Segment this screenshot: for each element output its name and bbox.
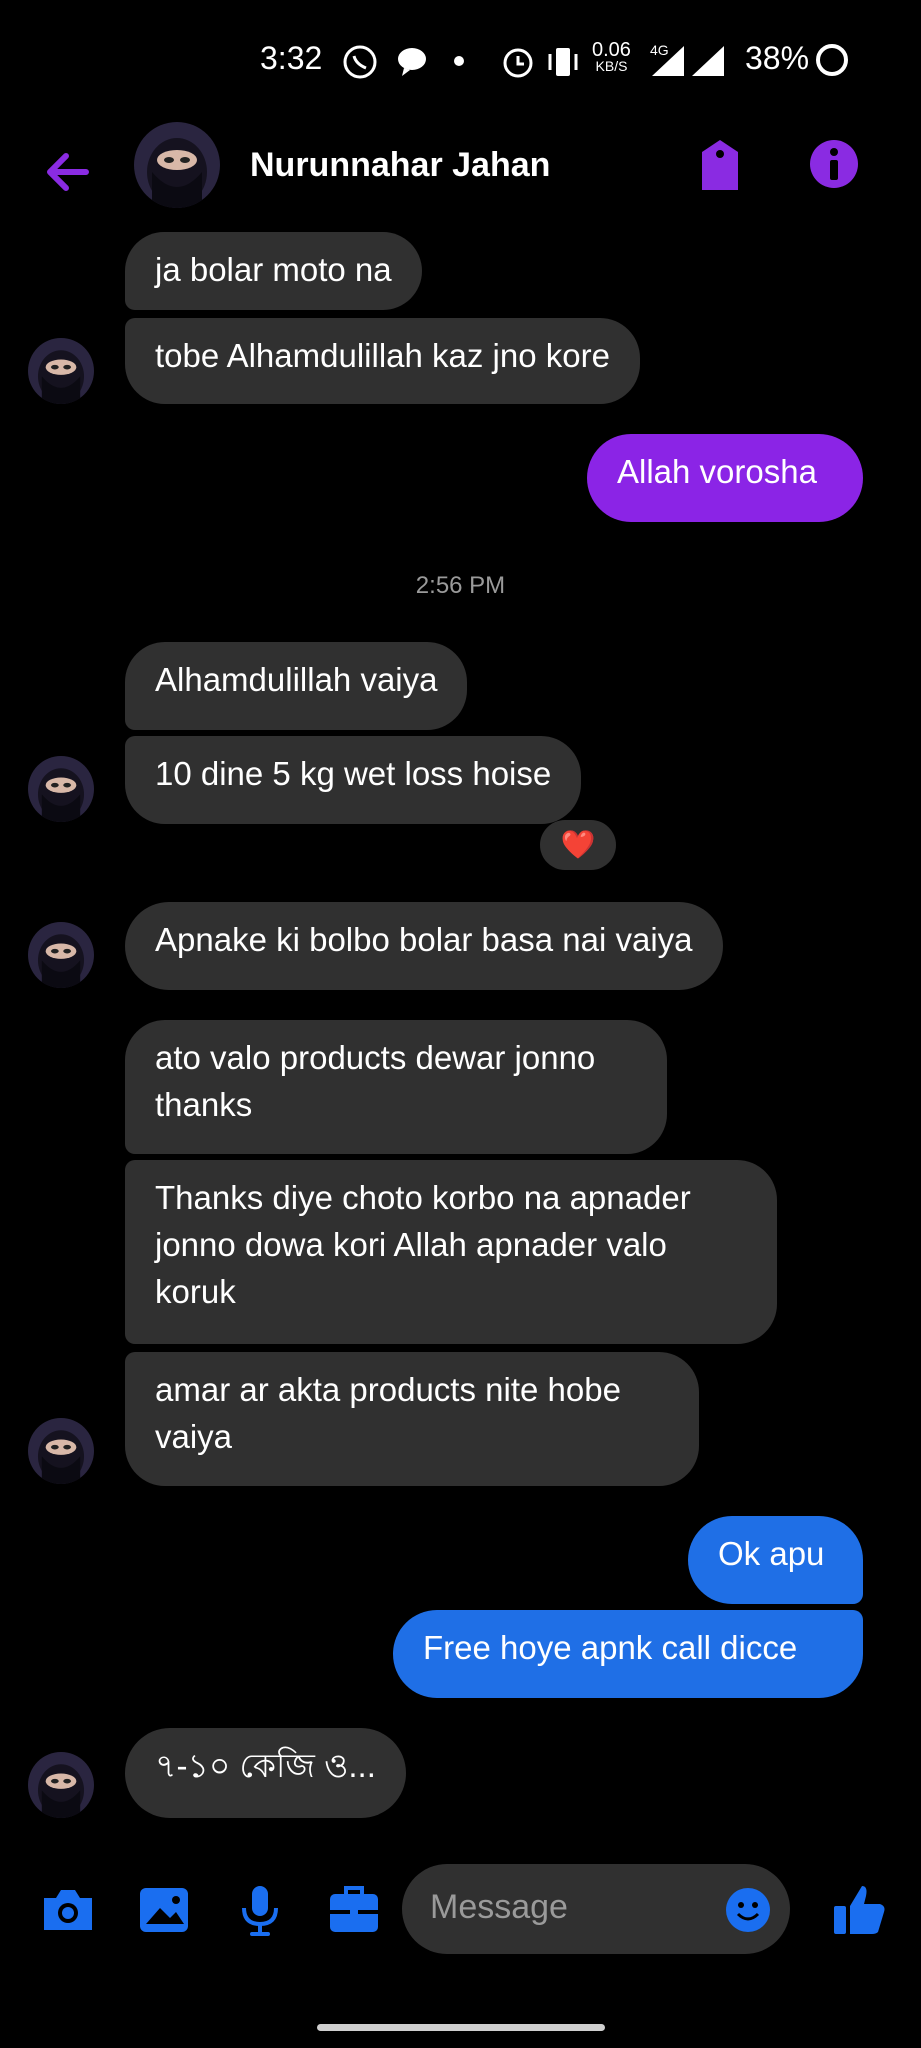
incoming-message[interactable]: ৭-১০ কেজি ও... (125, 1728, 406, 1818)
contact-avatar-small[interactable] (28, 1418, 94, 1484)
briefcase-icon[interactable] (324, 1880, 384, 1940)
contact-avatar-small[interactable] (28, 1752, 94, 1818)
battery-icon (816, 44, 848, 76)
outgoing-message[interactable]: Allah vorosha (587, 434, 863, 522)
dot-icon (454, 56, 464, 66)
conversation-header: Nurunnahar Jahan (0, 122, 921, 232)
incoming-message[interactable]: amar ar akta products nite hobe vaiya (125, 1352, 699, 1486)
back-arrow-icon[interactable] (40, 142, 100, 202)
tag-icon[interactable] (692, 136, 748, 196)
contact-avatar[interactable] (134, 122, 220, 208)
signal-icon (652, 46, 684, 76)
outgoing-message[interactable]: Ok apu (688, 1516, 863, 1604)
camera-icon[interactable] (38, 1880, 98, 1940)
info-icon[interactable] (806, 136, 862, 192)
outgoing-message[interactable]: Free hoye apnk call dicce (393, 1610, 863, 1698)
incoming-message[interactable]: 10 dine 5 kg wet loss hoise (125, 736, 582, 824)
whatsapp-icon (343, 45, 377, 79)
home-indicator[interactable] (317, 2024, 605, 2031)
incoming-message[interactable]: Apnake ki bolbo bolar basa nai vaiya (125, 902, 723, 990)
incoming-message[interactable]: ja bolar moto na (125, 232, 422, 310)
thumbs-up-icon[interactable] (830, 1880, 890, 1940)
contact-name[interactable]: Nurunnahar Jahan (250, 146, 550, 185)
incoming-message[interactable]: tobe Alhamdulillah kaz jno kore (125, 318, 640, 404)
incoming-message[interactable]: Thanks diye choto korbo na apnader jonno… (125, 1160, 777, 1344)
alarm-icon (503, 48, 533, 78)
mic-icon[interactable] (230, 1880, 290, 1940)
chat-icon (398, 48, 426, 76)
signal-icon (692, 46, 724, 76)
status-bar: 3:32 0.06 KB/S 4G 38% (0, 0, 921, 122)
incoming-message[interactable]: ato valo products dewar jonno thanks (125, 1020, 667, 1154)
smiley-icon[interactable] (724, 1886, 772, 1934)
contact-avatar-small[interactable] (28, 922, 94, 988)
contact-avatar-small[interactable] (28, 756, 94, 822)
status-time: 3:32 (260, 40, 323, 76)
contact-avatar-small[interactable] (28, 338, 94, 404)
message-input[interactable]: Message (402, 1864, 790, 1954)
incoming-message[interactable]: Alhamdulillah vaiya (125, 642, 468, 730)
battery-percent: 38% (745, 40, 810, 76)
vibrate-icon (548, 48, 578, 76)
message-placeholder: Message (430, 1888, 568, 1926)
net-speed: 0.06 KB/S (592, 39, 631, 74)
image-icon[interactable] (134, 1880, 194, 1940)
timestamp-divider: 2:56 PM (415, 572, 506, 599)
heart-reaction[interactable]: ❤️ (540, 820, 616, 870)
composer-bar: Message (0, 1860, 921, 1960)
